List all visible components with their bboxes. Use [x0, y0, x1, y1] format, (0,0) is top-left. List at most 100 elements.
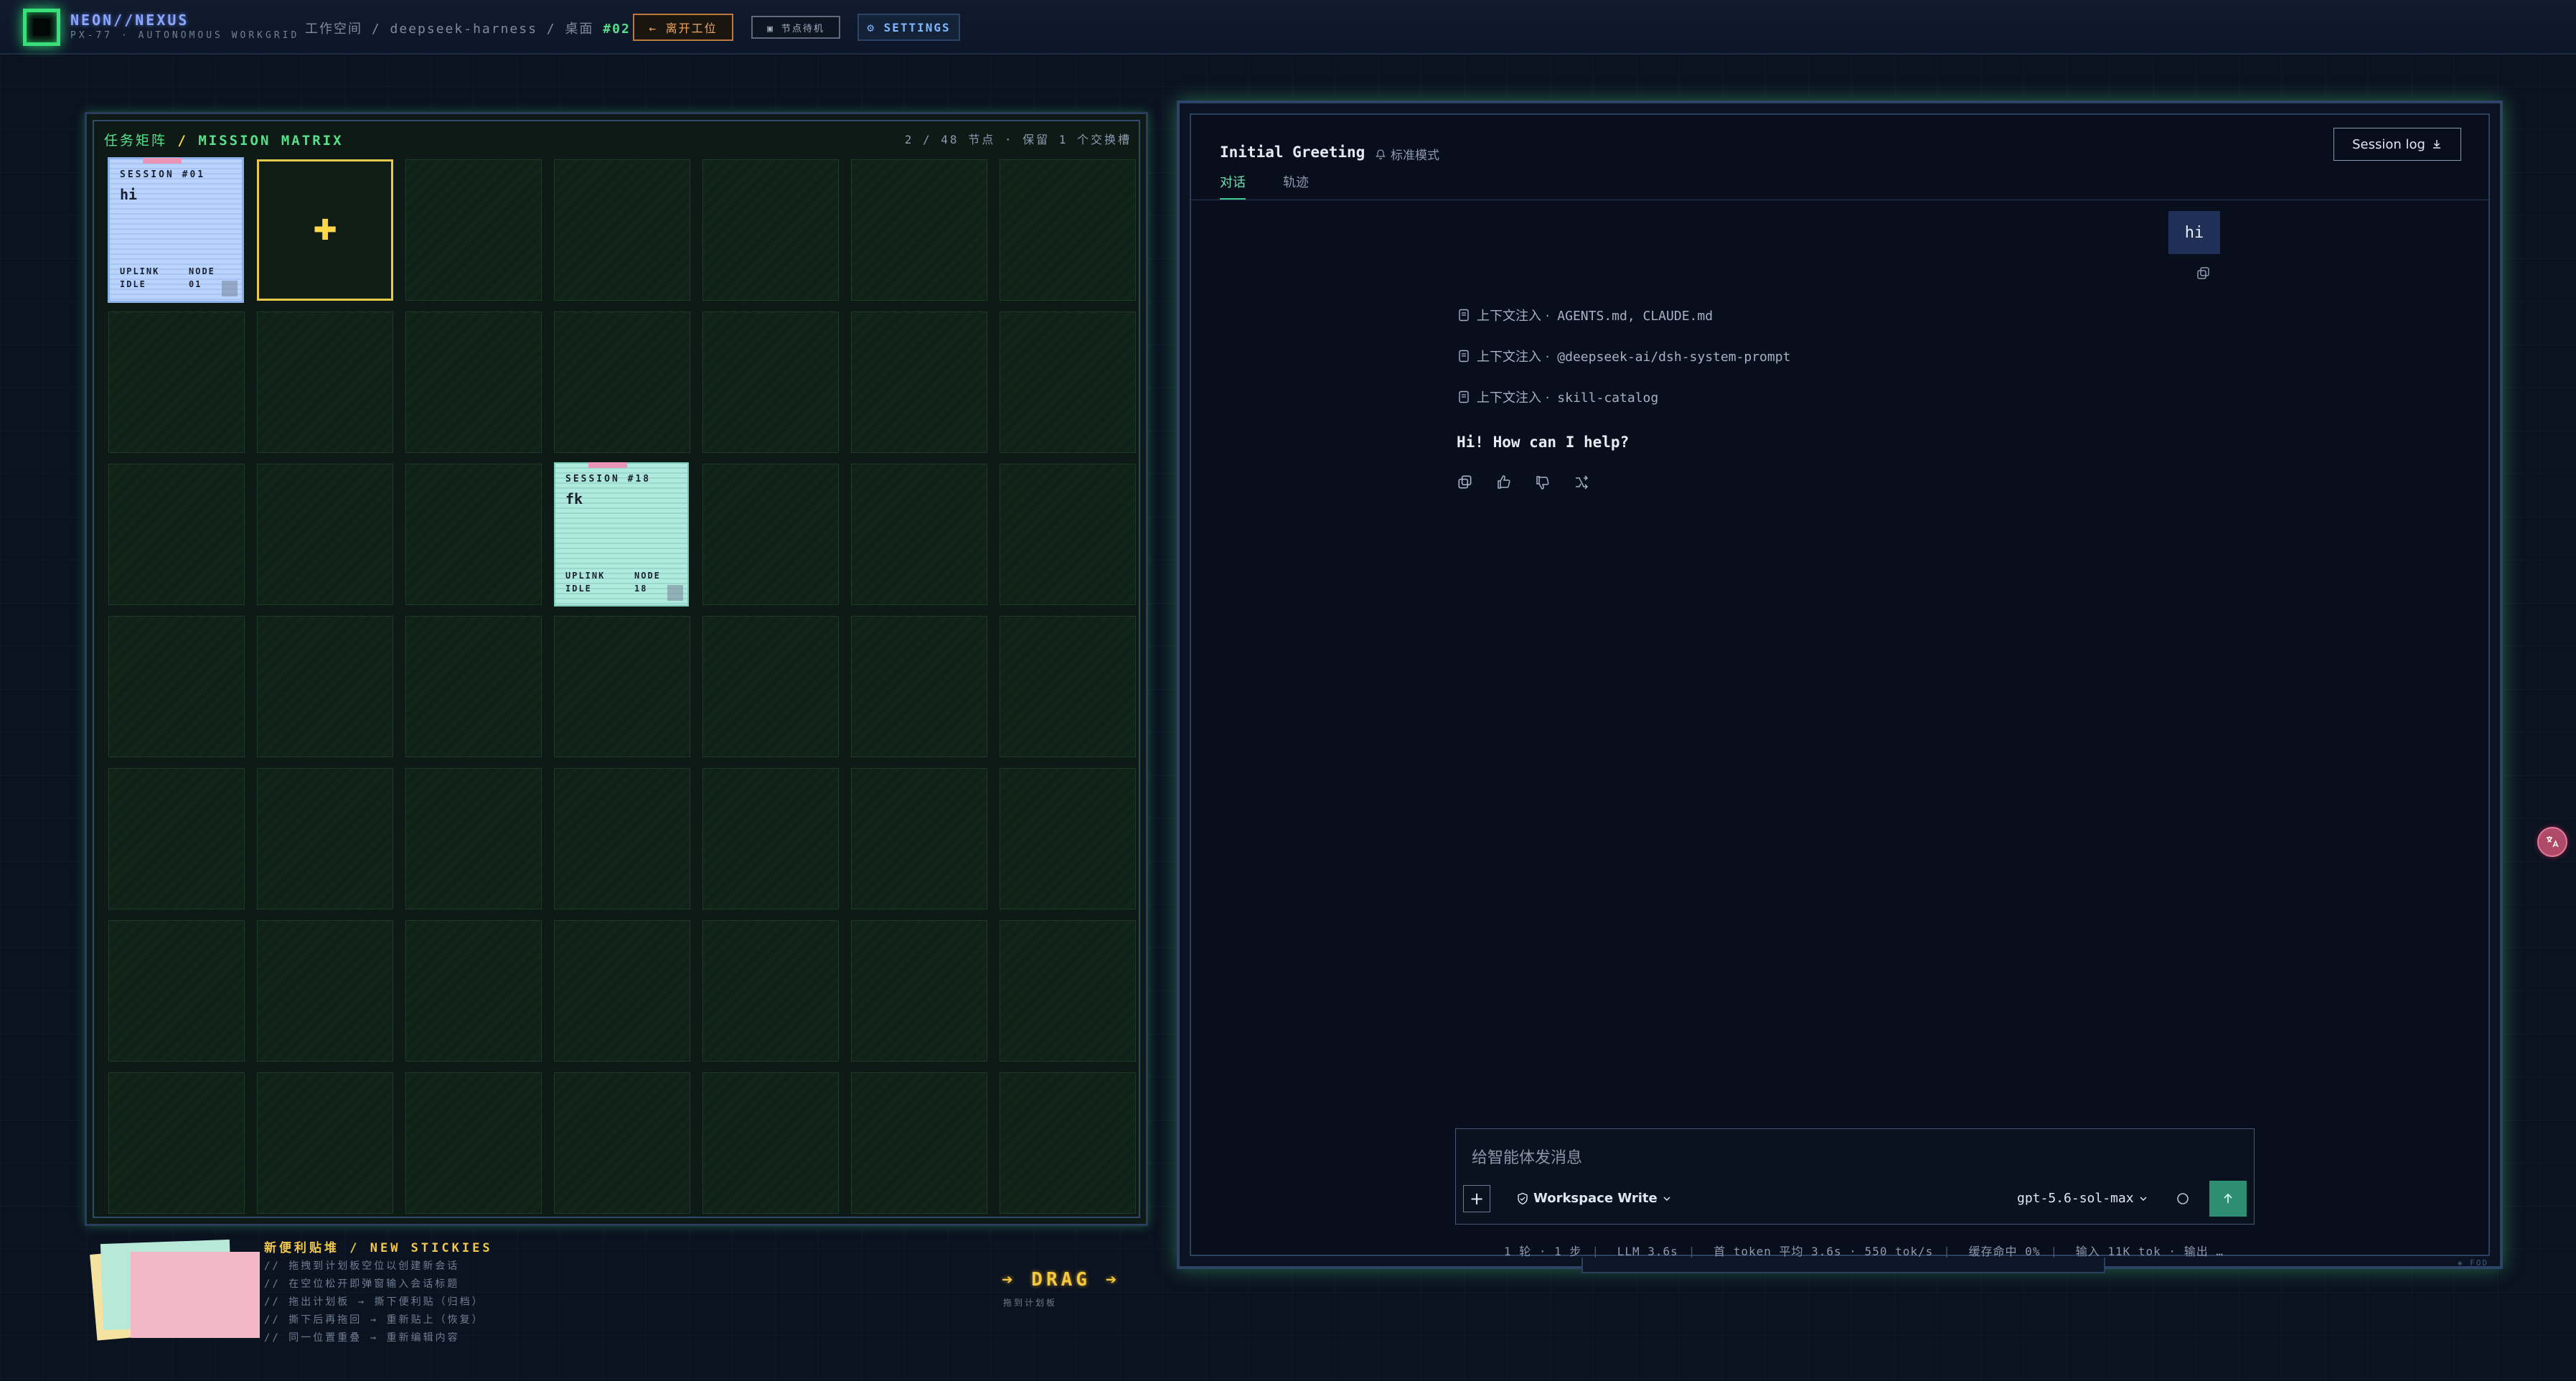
empty-grid-slot[interactable] [851, 920, 987, 1062]
download-icon [2431, 139, 2443, 150]
empty-grid-slot[interactable] [257, 464, 393, 605]
empty-grid-slot[interactable] [702, 464, 839, 605]
sticky-resize-handle[interactable] [667, 585, 683, 601]
empty-grid-slot[interactable] [554, 312, 690, 453]
context-injection-item[interactable]: 上下文注入 · @deepseek-ai/dsh-system-prompt [1458, 347, 1790, 365]
session-sticky[interactable]: SESSION #01 hi UPLINK NODE IDLE 01 [110, 158, 242, 301]
empty-grid-slot[interactable] [702, 312, 839, 453]
empty-grid-slot[interactable] [1000, 616, 1136, 757]
empty-grid-slot[interactable] [257, 768, 393, 909]
empty-grid-slot[interactable] [702, 1072, 839, 1214]
empty-grid-slot[interactable] [405, 159, 542, 301]
empty-grid-slot[interactable] [1000, 1072, 1136, 1214]
empty-grid-slot[interactable] [702, 616, 839, 757]
mission-matrix-panel: 任务矩阵 / MISSION MATRIX 2 / 48 节点 · 保留 1 个… [85, 112, 1148, 1226]
sticky-field-label: NODE [634, 571, 661, 581]
breadcrumb-workspace[interactable]: 工作空间 [305, 22, 362, 37]
document-icon [1458, 309, 1470, 322]
empty-grid-slot[interactable] [108, 1072, 245, 1214]
sticky-resize-handle[interactable] [222, 281, 238, 296]
empty-grid-slot[interactable] [851, 464, 987, 605]
tab-trajectory[interactable]: 轨迹 [1283, 172, 1309, 200]
empty-grid-slot[interactable] [405, 920, 542, 1062]
empty-grid-slot[interactable] [257, 920, 393, 1062]
session-log-button[interactable]: Session log [2333, 128, 2461, 161]
session-sticky[interactable]: SESSION #18 fk UPLINK NODE IDLE 18 [555, 462, 687, 605]
instruction-line: // 撕下后再拖回 → 重新贴上（恢复） [264, 1314, 484, 1326]
empty-grid-slot[interactable] [702, 159, 839, 301]
empty-grid-slot[interactable] [257, 616, 393, 757]
session-log-label: Session log [2352, 136, 2425, 152]
thumbs-up-icon[interactable] [1495, 474, 1513, 491]
workspace-permission-select[interactable]: Workspace Write [1516, 1191, 1672, 1206]
empty-grid-slot[interactable] [702, 768, 839, 909]
empty-grid-slot[interactable] [1000, 768, 1136, 909]
copy-icon[interactable] [2196, 266, 2211, 281]
sticky-field-label: UPLINK [120, 266, 160, 276]
settings-button[interactable]: ⚙ SETTINGS [857, 14, 960, 41]
document-icon [1458, 390, 1470, 403]
add-session-slot[interactable]: ✚ [257, 159, 393, 301]
plus-icon: ✚ [313, 213, 337, 247]
empty-grid-slot[interactable] [702, 920, 839, 1062]
empty-grid-slot[interactable] [554, 768, 690, 909]
empty-grid-slot[interactable] [1000, 159, 1136, 301]
sticky-field-label: NODE [189, 266, 215, 276]
empty-grid-slot[interactable] [851, 1072, 987, 1214]
document-icon [1458, 350, 1470, 362]
node-standby-button[interactable]: ▣ 节点待机 [751, 16, 840, 39]
sticky-session-id: SESSION #01 [120, 169, 206, 180]
empty-grid-slot[interactable] [405, 616, 542, 757]
empty-grid-slot[interactable] [108, 920, 245, 1062]
empty-grid-slot[interactable] [405, 768, 542, 909]
new-sticky-stack[interactable] [86, 1236, 260, 1341]
empty-grid-slot[interactable] [108, 768, 245, 909]
empty-grid-slot[interactable] [108, 312, 245, 453]
context-prefix: 上下文注入 · [1477, 309, 1550, 324]
empty-grid-slot[interactable] [554, 1072, 690, 1214]
drag-hint: ➔ DRAG ➔ [1002, 1269, 1121, 1291]
mode-indicator[interactable]: 标准模式 [1375, 145, 1439, 163]
empty-grid-slot[interactable] [851, 312, 987, 453]
leave-desk-button[interactable]: ← 离开工位 [633, 14, 733, 41]
empty-grid-slot[interactable] [554, 159, 690, 301]
copy-icon[interactable] [1457, 474, 1474, 491]
refresh-icon[interactable] [2175, 1191, 2191, 1207]
empty-grid-slot[interactable] [851, 616, 987, 757]
context-injection-item[interactable]: 上下文注入 · skill-catalog [1458, 388, 1658, 406]
sticky-title: hi [120, 186, 138, 203]
empty-grid-slot[interactable] [851, 159, 987, 301]
breadcrumb-project[interactable]: deepseek-harness [390, 22, 537, 37]
context-injection-item[interactable]: 上下文注入 · AGENTS.md, CLAUDE.md [1458, 306, 1713, 324]
empty-grid-slot[interactable] [405, 312, 542, 453]
branch-icon[interactable] [1573, 474, 1590, 491]
thumbs-down-icon[interactable] [1534, 474, 1551, 491]
sticky-footer: UPLINK NODE IDLE 01 [120, 265, 232, 291]
tab-conversation[interactable]: 对话 [1220, 172, 1246, 200]
empty-grid-slot[interactable] [257, 312, 393, 453]
empty-grid-slot[interactable] [851, 768, 987, 909]
status-cache-hit: 缓存命中 0% [1968, 1245, 2041, 1258]
status-llm-time: LLM 3.6s [1617, 1245, 1678, 1258]
empty-grid-slot[interactable] [405, 464, 542, 605]
attach-button[interactable]: + [1463, 1185, 1490, 1212]
empty-grid-slot[interactable] [1000, 920, 1136, 1062]
send-button[interactable] [2209, 1181, 2247, 1217]
brand-name: NEON//NEXUS [70, 11, 189, 29]
empty-grid-slot[interactable] [108, 616, 245, 757]
empty-grid-slot[interactable] [108, 464, 245, 605]
empty-grid-slot[interactable] [554, 920, 690, 1062]
chevron-down-icon [2138, 1194, 2148, 1204]
matrix-node-stat: 2 / 48 节点 · 保留 1 个交换槽 [904, 133, 1132, 146]
translate-icon[interactable] [2537, 827, 2567, 857]
context-prefix: 上下文注入 · [1477, 390, 1550, 406]
empty-grid-slot[interactable] [405, 1072, 542, 1214]
message-input[interactable]: 给智能体发消息 [1472, 1145, 1582, 1168]
empty-grid-slot[interactable] [257, 1072, 393, 1214]
model-select[interactable]: gpt-5.6-sol-max [2017, 1191, 2148, 1206]
empty-grid-slot[interactable] [1000, 464, 1136, 605]
empty-grid-slot[interactable] [1000, 312, 1136, 453]
empty-grid-slot[interactable] [554, 616, 690, 757]
sticky-field-label: UPLINK [565, 571, 606, 581]
status-separator: | [1943, 1245, 1951, 1258]
